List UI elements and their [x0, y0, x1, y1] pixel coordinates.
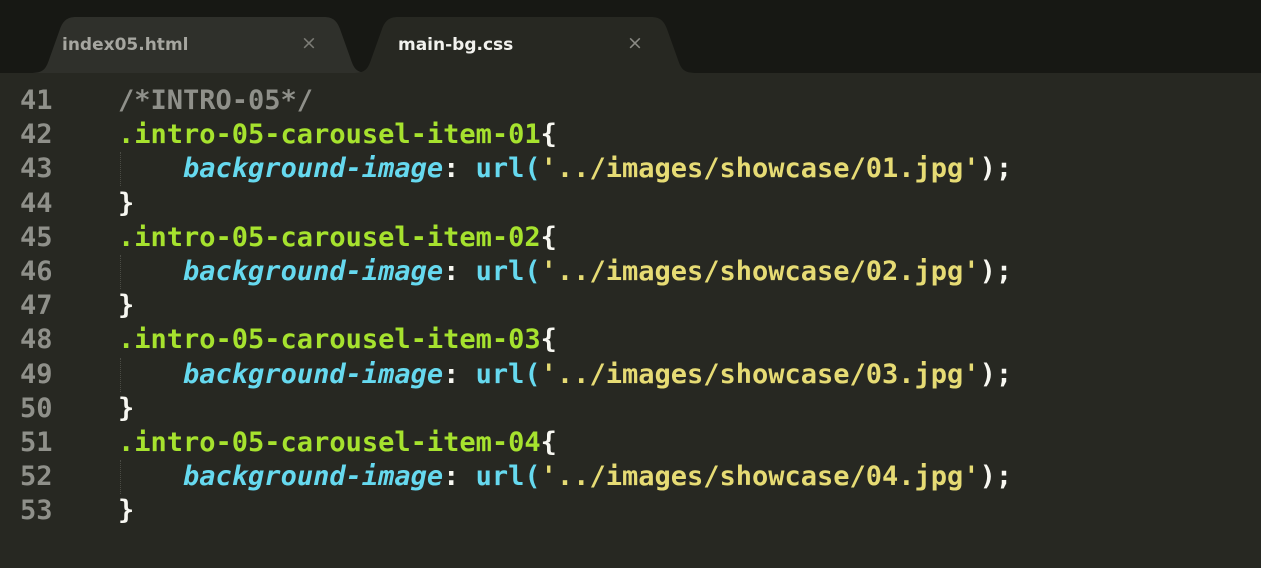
indentation	[118, 461, 183, 492]
code-line[interactable]: 47}	[0, 289, 1261, 323]
token-func: url(	[475, 256, 541, 287]
line-number: 47	[20, 290, 53, 322]
code-text: background-image: url('../images/showcas…	[118, 255, 1012, 289]
token-punct: :	[443, 358, 476, 390]
code-text: .intro-05-carousel-item-04{	[118, 426, 557, 460]
line-number: 45	[20, 221, 53, 253]
token-punct: );	[979, 153, 1013, 185]
line-number: 49	[20, 358, 53, 390]
code-text: .intro-05-carousel-item-03{	[118, 323, 557, 357]
token-brace: }	[118, 187, 135, 219]
code-text: .intro-05-carousel-item-02{	[118, 221, 557, 255]
line-number: 43	[20, 153, 53, 185]
code-line[interactable]: 41 /*INTRO-05*/	[0, 84, 1261, 118]
code-text: /*INTRO-05*/	[118, 84, 313, 118]
code-text: }	[118, 289, 134, 323]
tab-main-bg-css[interactable]: main-bg.css ×	[352, 17, 697, 73]
editor-window: index05.html × main-bg.css × 41 /*INTRO-0…	[0, 0, 1261, 568]
token-brace: {	[540, 119, 557, 151]
indentation	[118, 359, 183, 390]
token-property: background-image	[183, 358, 444, 390]
line-number: 41	[20, 85, 53, 116]
code-line[interactable]: 51 .intro-05-carousel-item-04{	[0, 426, 1261, 460]
code-line[interactable]: 46 background-image: url('../images/show…	[0, 255, 1261, 289]
token-punct: );	[979, 461, 1013, 493]
token-punct: :	[443, 153, 476, 185]
code-text: background-image: url('../images/showcas…	[118, 152, 1012, 186]
code-text: }	[118, 187, 134, 221]
token-punct: );	[979, 358, 1013, 390]
code-line[interactable]: 49 background-image: url('../images/show…	[0, 357, 1261, 392]
token-brace: }	[118, 495, 135, 527]
code-line[interactable]: 48 .intro-05-carousel-item-03{	[0, 323, 1261, 357]
code-line[interactable]: 52 background-image: url('../images/show…	[0, 460, 1261, 495]
code-line[interactable]: 45 .intro-05-carousel-item-02{	[0, 221, 1261, 255]
token-comment: /*INTRO-05*/	[118, 85, 314, 116]
code-line[interactable]: 42 .intro-05-carousel-item-01{	[0, 118, 1261, 152]
token-brace: {	[540, 221, 557, 253]
token-punct: :	[443, 256, 476, 287]
tab-index05-html[interactable]: index05.html ×	[30, 17, 370, 73]
code-line[interactable]: 53}	[0, 494, 1261, 528]
token-brace: }	[118, 290, 135, 322]
token-brace: {	[540, 324, 557, 356]
code-text: background-image: url('../images/showcas…	[118, 460, 1012, 494]
line-number: 51	[20, 427, 53, 458]
token-string: '../images/showcase/04.jpg'	[540, 461, 980, 493]
tab-label: main-bg.css	[398, 35, 514, 55]
token-property: background-image	[183, 153, 444, 185]
line-number: 50	[20, 392, 53, 424]
indentation	[118, 153, 183, 184]
code-line[interactable]: 44}	[0, 187, 1261, 221]
code-text: background-image: url('../images/showcas…	[118, 358, 1012, 392]
tab-bar: index05.html × main-bg.css ×	[0, 0, 1261, 73]
token-property: background-image	[183, 461, 444, 493]
code-text: }	[118, 392, 134, 426]
token-selector: .intro-05-carousel-item-04	[118, 427, 541, 458]
indentation	[118, 256, 183, 287]
token-property: background-image	[183, 256, 444, 287]
line-number: 44	[20, 187, 53, 219]
token-brace: {	[540, 427, 557, 458]
code-text: }	[118, 494, 134, 528]
line-number: 48	[20, 324, 53, 356]
code-line[interactable]: 50}	[0, 392, 1261, 426]
code-text: .intro-05-carousel-item-01{	[118, 118, 557, 152]
line-number: 52	[20, 461, 53, 493]
token-punct: :	[443, 461, 476, 493]
close-icon[interactable]: ×	[624, 32, 646, 54]
token-selector: .intro-05-carousel-item-03	[118, 324, 541, 356]
token-func: url(	[475, 358, 541, 390]
token-func: url(	[475, 461, 541, 493]
line-number: 46	[20, 256, 53, 287]
token-string: '../images/showcase/01.jpg'	[540, 153, 980, 185]
line-number: 42	[20, 119, 53, 151]
line-number: 53	[20, 495, 53, 527]
close-icon[interactable]: ×	[298, 32, 320, 54]
token-func: url(	[475, 153, 541, 185]
token-string: '../images/showcase/03.jpg'	[540, 358, 980, 390]
token-selector: .intro-05-carousel-item-01	[118, 119, 541, 151]
token-punct: );	[979, 256, 1013, 287]
token-brace: }	[118, 392, 135, 424]
token-string: '../images/showcase/02.jpg'	[540, 256, 980, 287]
code-line[interactable]: 43 background-image: url('../images/show…	[0, 152, 1261, 187]
code-editor[interactable]: 41 /*INTRO-05*/ 42 .intro-05-carousel-item-…	[0, 73, 1261, 568]
tab-label: index05.html	[62, 35, 189, 55]
token-selector: .intro-05-carousel-item-02	[118, 221, 541, 253]
